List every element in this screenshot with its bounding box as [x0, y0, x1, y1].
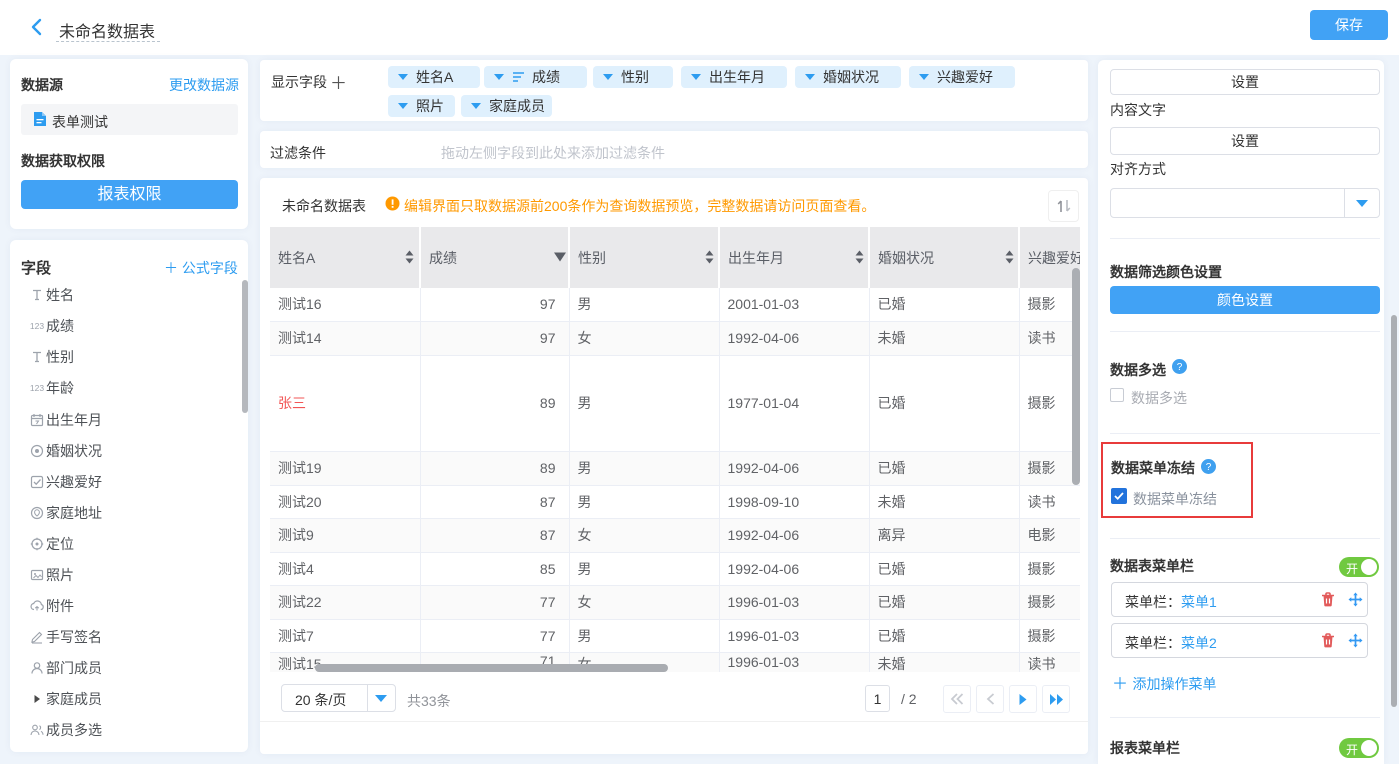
svg-text:?: ? [1177, 362, 1183, 373]
svg-text:?: ? [1206, 462, 1212, 473]
